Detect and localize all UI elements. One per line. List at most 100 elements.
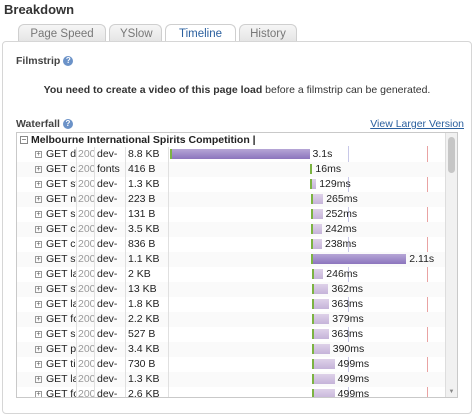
request-domain: fonts [96,162,126,177]
waterfall-row[interactable]: + GET style200dev-1.1 KB 2.11s [17,252,446,267]
waterfall-row[interactable]: + GET cam200dev-3.5 KB 242ms [17,222,446,237]
request-name: GET style [46,282,77,297]
tab-page-speed[interactable]: Page Speed [18,24,106,42]
expand-icon[interactable]: + [35,346,42,353]
filmstrip-message-rest: before a filmstrip can be generated. [262,84,431,96]
request-domain: dev- [96,357,126,372]
collapse-icon[interactable]: − [20,135,28,144]
request-size: 1.3 KB [127,372,169,387]
request-domain: dev- [96,252,126,267]
row-expand-cell[interactable]: + [35,237,45,252]
scrollbar-thumb[interactable] [448,137,455,173]
waterfall-rows: +GET dev-200dev-8.8 KB3.1s+GET css?200fo… [17,147,446,397]
request-name: GET pret [46,342,77,357]
row-expand-cell[interactable]: + [35,267,45,282]
expand-icon[interactable]: + [35,256,42,263]
filmstrip-heading: Filmstrip ? [16,55,74,67]
waterfall-row[interactable]: + GET pret200dev-3.4 KB 390ms [17,342,446,357]
scroll-down-icon[interactable]: ▼ [448,389,455,395]
waterfall-row[interactable]: +GET laml200dev-2 KB 246ms [17,267,446,282]
tab-history[interactable]: History [239,24,297,42]
request-status: 200 [78,372,95,387]
request-start-marker [311,194,314,204]
request-status: 200 [78,342,95,357]
expand-icon[interactable]: + [35,271,42,278]
request-timeline: 246ms [170,267,446,282]
expand-icon[interactable]: + [35,166,42,173]
expand-icon[interactable]: + [35,286,42,293]
request-start-marker [312,329,315,339]
request-domain: dev- [96,372,126,387]
expand-icon[interactable]: + [35,151,42,158]
waterfall-row[interactable]: +GET form200dev-2.2 KB 379ms [17,312,446,327]
waterfall-row[interactable]: + GET supe200dev-527 B 363ms [17,327,446,342]
row-expand-cell[interactable]: + [35,357,45,372]
request-duration-bar [312,269,324,279]
waterfall-group-header[interactable]: − Melbourne International Spirits Compet… [17,133,446,146]
request-status: 200 [78,252,95,267]
row-expand-cell[interactable]: + [35,222,45,237]
expand-icon[interactable]: + [35,391,42,397]
waterfall-row[interactable]: + GET style200dev-13 KB 362ms [17,282,446,297]
expand-icon[interactable]: + [35,196,42,203]
request-name: GET form [45,312,77,327]
expand-icon[interactable]: + [35,211,42,218]
request-duration-bar [312,359,335,369]
request-domain: dev- [96,282,126,297]
row-expand-cell[interactable]: + [35,387,45,397]
waterfall-row[interactable]: +GET layo200dev-1.8 KB 363ms [17,297,446,312]
row-expand-cell[interactable]: + [35,147,45,162]
request-timeline: 499ms [170,357,446,372]
expand-icon[interactable]: + [35,301,42,308]
request-start-marker [312,389,315,397]
expand-icon[interactable]: + [35,241,42,248]
waterfall-row[interactable]: +GET laml200dev-1.3 KB 499ms [17,372,446,387]
request-status: 200 [78,222,95,237]
waterfall-row[interactable]: + GET style200dev-1.3 KB 129ms [17,177,446,192]
expand-icon[interactable]: + [35,226,42,233]
row-expand-cell[interactable]: + [35,297,45,312]
request-start-marker [312,284,315,294]
request-name: GET font [45,387,77,397]
request-name: GET tipT [46,357,77,372]
waterfall-row[interactable]: +GET font200dev-2.6 KB 499ms [17,387,446,397]
row-expand-cell[interactable]: + [35,342,45,357]
expand-icon[interactable]: + [35,361,42,368]
request-domain: dev- [96,312,126,327]
row-expand-cell[interactable]: + [35,192,45,207]
tab-yslow[interactable]: YSlow [109,24,162,42]
row-expand-cell[interactable]: + [35,327,45,342]
help-icon[interactable]: ? [62,119,73,129]
row-expand-cell[interactable]: + [35,252,45,267]
waterfall-row[interactable]: + GET css?200fonts416 B 16ms [17,162,446,177]
filmstrip-label: Filmstrip [16,55,61,67]
expand-icon[interactable]: + [35,181,42,188]
row-expand-cell[interactable]: + [35,312,45,327]
waterfall-row[interactable]: + GET tipT200dev-730 B 499ms [17,357,446,372]
row-expand-cell[interactable]: + [35,282,45,297]
row-expand-cell[interactable]: + [35,177,45,192]
view-larger-link[interactable]: View Larger Version [370,118,464,130]
expand-icon[interactable]: + [35,331,42,338]
row-expand-cell[interactable]: + [35,207,45,222]
row-expand-cell[interactable]: + [35,162,45,177]
request-duration-bar [312,284,329,294]
filmstrip-message: You need to create a video of this page … [0,84,474,96]
request-duration-bar [310,179,317,189]
waterfall-row[interactable]: + GET next200dev-223 B 265ms [17,192,446,207]
request-name: GET cam [46,222,77,237]
waterfall-scrollbar[interactable]: ▼ [445,133,457,397]
expand-icon[interactable]: + [35,376,42,383]
tab-timeline[interactable]: Timeline [165,24,236,42]
expand-icon[interactable]: + [35,316,42,323]
request-size: 836 B [127,237,169,252]
help-icon[interactable]: ? [63,56,74,66]
waterfall-row[interactable]: + GET colo200dev-836 B 238ms [17,237,446,252]
waterfall-row[interactable]: + GET dev-200dev-8.8 KB 3.1s [17,147,446,162]
row-expand-cell[interactable]: + [35,372,45,387]
request-time: 16ms [315,163,342,175]
waterfall-row[interactable]: + GET subs200dev-131 B 252ms [17,207,446,222]
request-domain: dev- [96,207,126,222]
request-size: 13 KB [127,282,169,297]
request-start-marker [312,314,315,324]
